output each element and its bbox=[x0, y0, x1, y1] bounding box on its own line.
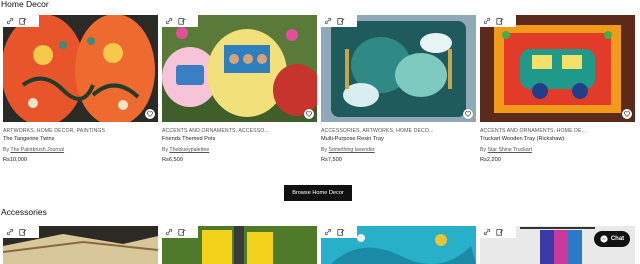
edit-icon[interactable] bbox=[337, 228, 345, 236]
edit-icon[interactable] bbox=[337, 17, 345, 25]
browse-home-decor-button[interactable]: Browse Home Decor bbox=[284, 185, 352, 201]
card-tools bbox=[480, 15, 516, 27]
seller-link[interactable]: Something lavender bbox=[329, 147, 375, 153]
product-card[interactable]: ACCESSORIES, ARTWORKS, HOME DECO... Mult… bbox=[321, 15, 476, 163]
product-name[interactable]: Friends Themed Pots bbox=[162, 136, 317, 142]
link-icon[interactable] bbox=[324, 17, 332, 25]
card-tools bbox=[162, 226, 198, 238]
product-categories: ARTWORKS, HOME DECOR, PAINTINGS bbox=[3, 128, 106, 134]
product-image[interactable] bbox=[480, 15, 635, 122]
product-card[interactable] bbox=[321, 226, 476, 264]
section-title-home-decor: Home Decor bbox=[1, 0, 49, 9]
product-card[interactable]: ACCENTS AND ORNAMENTS, ACCESSO... Friend… bbox=[162, 15, 317, 163]
product-card[interactable]: ACCENTS AND ORNAMENTS, HOME DE... Trucka… bbox=[480, 15, 635, 163]
card-tools bbox=[3, 226, 39, 238]
link-icon[interactable] bbox=[324, 228, 332, 236]
link-icon[interactable] bbox=[165, 228, 173, 236]
product-image[interactable] bbox=[321, 15, 476, 122]
chat-button[interactable]: Chat bbox=[594, 231, 630, 247]
messenger-icon bbox=[600, 235, 608, 243]
product-price: Rs2,200 bbox=[480, 157, 501, 163]
edit-icon[interactable] bbox=[19, 228, 27, 236]
product-categories: ACCENTS AND ORNAMENTS, ACCESSO... bbox=[162, 128, 270, 134]
heart-icon[interactable] bbox=[622, 109, 632, 119]
card-tools bbox=[162, 15, 198, 27]
product-image[interactable] bbox=[3, 15, 158, 122]
product-card[interactable]: ARTWORKS, HOME DECOR, PAINTINGS The Tang… bbox=[3, 15, 158, 163]
product-price: Rs6,500 bbox=[162, 157, 183, 163]
product-seller: By Star Shine Truckart bbox=[480, 147, 532, 153]
heart-icon[interactable] bbox=[145, 109, 155, 119]
seller-link[interactable]: The Paintbrush Journal bbox=[10, 147, 64, 153]
product-card[interactable] bbox=[3, 226, 158, 264]
seller-link[interactable]: Theblueypalettee bbox=[169, 147, 209, 153]
product-price: Rs10,000 bbox=[3, 157, 27, 163]
edit-icon[interactable] bbox=[19, 17, 27, 25]
product-seller: By Theblueypalettee bbox=[162, 147, 210, 153]
product-image[interactable] bbox=[162, 15, 317, 122]
card-tools bbox=[321, 226, 357, 238]
product-name[interactable]: Truckart Wooden Tray (Rickshaw) bbox=[480, 136, 635, 142]
seller-link[interactable]: Star Shine Truckart bbox=[488, 147, 532, 153]
product-seller: By The Paintbrush Journal bbox=[3, 147, 65, 153]
card-tools bbox=[321, 15, 357, 27]
link-icon[interactable] bbox=[165, 17, 173, 25]
product-image[interactable] bbox=[3, 226, 158, 264]
link-icon[interactable] bbox=[6, 17, 14, 25]
link-icon[interactable] bbox=[483, 228, 491, 236]
card-tools bbox=[3, 15, 39, 27]
edit-icon[interactable] bbox=[496, 17, 504, 25]
card-tools bbox=[480, 226, 516, 238]
edit-icon[interactable] bbox=[178, 228, 186, 236]
link-icon[interactable] bbox=[483, 17, 491, 25]
product-seller: By Something lavender bbox=[321, 147, 375, 153]
link-icon[interactable] bbox=[6, 228, 14, 236]
product-image[interactable] bbox=[321, 226, 476, 264]
edit-icon[interactable] bbox=[496, 228, 504, 236]
product-price: Rs7,500 bbox=[321, 157, 342, 163]
product-card[interactable] bbox=[162, 226, 317, 264]
chat-label: Chat bbox=[610, 236, 625, 242]
product-image[interactable] bbox=[162, 226, 317, 264]
product-name[interactable]: Multi-Purpose Resin Tray bbox=[321, 136, 476, 142]
product-name[interactable]: The Tangerine Twins bbox=[3, 136, 158, 142]
product-categories: ACCENTS AND ORNAMENTS, HOME DE... bbox=[480, 128, 587, 134]
heart-icon[interactable] bbox=[463, 109, 473, 119]
section-title-accessories: Accessories bbox=[1, 207, 47, 217]
heart-icon[interactable] bbox=[304, 109, 314, 119]
product-categories: ACCESSORIES, ARTWORKS, HOME DECO... bbox=[321, 128, 434, 134]
edit-icon[interactable] bbox=[178, 17, 186, 25]
